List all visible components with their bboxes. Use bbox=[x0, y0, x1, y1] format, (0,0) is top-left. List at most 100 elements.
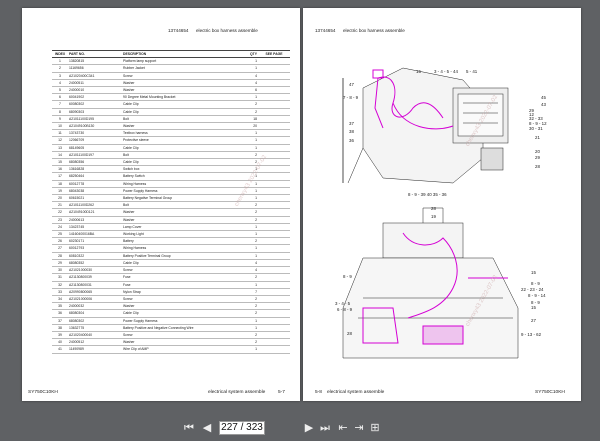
exploded-diagram: 47 7 - 8 - 9 37 38 36 15 3 - 4 - 5 - 44 5 - 41 4… bbox=[335, 67, 547, 359]
table-cell bbox=[258, 345, 290, 354]
table-cell: 1 bbox=[230, 223, 258, 232]
table-cell: Cable Clip bbox=[122, 309, 230, 318]
table-cell: Platform lamp support bbox=[122, 57, 230, 66]
table-row: 1 13820815 Platform lamp support 1 bbox=[52, 57, 290, 66]
callout-label: 15 bbox=[416, 69, 421, 74]
table-cell: 13743730 bbox=[68, 129, 122, 138]
callout-label: 36 bbox=[349, 138, 354, 143]
previous-page-icon[interactable]: ◀ bbox=[200, 421, 214, 435]
table-cell: 29 bbox=[52, 259, 68, 268]
table-cell: Screw bbox=[122, 266, 230, 275]
table-cell: 13423745 bbox=[68, 223, 122, 232]
table-cell bbox=[258, 93, 290, 102]
table-cell: 2 bbox=[52, 64, 68, 73]
table-cell bbox=[258, 302, 290, 311]
table-row: 23 24000613 Washer 2 bbox=[52, 216, 290, 224]
callout-label: 19 bbox=[431, 214, 436, 219]
table-row: 39 A21020400040 Screw 2 bbox=[52, 331, 290, 340]
table-cell: 1 bbox=[230, 136, 258, 145]
table-row: 6 60041902 90 Degree Metal Mounting Bracke… bbox=[52, 93, 290, 102]
table-row: 7 60080302 Cable Clip 2 bbox=[52, 100, 290, 109]
left-footer-section: electrical system assemble bbox=[208, 390, 266, 395]
table-cell: 1 bbox=[230, 281, 258, 289]
table-row: 37 68080302 Power Supply Harness 1 bbox=[52, 317, 290, 325]
table-cell: 60012778 bbox=[68, 180, 122, 188]
table-cell: 60041902 bbox=[68, 93, 122, 102]
table-cell: 1 bbox=[230, 345, 258, 354]
callout-label: 20 bbox=[535, 149, 540, 154]
right-page: 13744654 electric box harness assemble 4… bbox=[303, 8, 581, 401]
table-cell: 1 bbox=[230, 129, 258, 138]
parts-table-body: 1 13820815 Platform lamp support 1 2 11169656… bbox=[52, 57, 290, 354]
table-cell: 20 bbox=[230, 122, 258, 131]
callout-label: 9 - 13 - 62 bbox=[521, 332, 542, 337]
table-cell: Washer bbox=[122, 338, 230, 347]
table-cell: 9 bbox=[52, 115, 68, 124]
table-row: 15 68080356 Cable Clip 2 bbox=[52, 158, 290, 167]
table-row: 4 24000511 Washer 4 bbox=[52, 79, 290, 88]
table-cell bbox=[258, 129, 290, 138]
table-cell: 2 bbox=[230, 158, 258, 167]
table-cell: A21130800039 bbox=[68, 273, 122, 282]
table-cell bbox=[258, 57, 290, 66]
table-cell: A21049100B130 bbox=[68, 122, 122, 131]
callout-label: 43 bbox=[541, 102, 546, 107]
fit-page-icon[interactable]: ⊞ bbox=[368, 421, 382, 435]
table-cell: 3 bbox=[52, 72, 68, 80]
table-cell bbox=[258, 273, 290, 282]
table-cell: 60230171 bbox=[68, 237, 122, 246]
table-row: 40 24000512 Washer 2 bbox=[52, 338, 290, 347]
table-cell bbox=[258, 122, 290, 131]
table-cell: Working Light bbox=[122, 230, 230, 239]
go-forward-icon[interactable]: ⇥ bbox=[352, 421, 366, 435]
table-cell bbox=[258, 108, 290, 116]
table-cell: Battery Positive Terminal Group bbox=[122, 252, 230, 260]
table-cell bbox=[258, 86, 290, 95]
table-cell: 33 bbox=[52, 288, 68, 296]
callout-label: 3 - 4 - 5 - 44 bbox=[434, 69, 458, 74]
table-cell: 2 bbox=[230, 338, 258, 347]
table-cell bbox=[258, 72, 290, 80]
column-header: QTY bbox=[230, 49, 258, 59]
table-cell: 6 bbox=[230, 86, 258, 95]
table-cell: Washer bbox=[122, 86, 230, 95]
table-cell: Screw bbox=[122, 72, 230, 80]
table-cell: 19 bbox=[52, 187, 68, 196]
table-cell: A21011100D262 bbox=[68, 201, 122, 210]
table-cell: Cable Clip bbox=[122, 259, 230, 268]
first-page-icon[interactable]: ⏮ bbox=[182, 421, 196, 435]
table-cell: 10 bbox=[52, 122, 68, 131]
table-cell: 8 bbox=[52, 108, 68, 116]
table-cell: 1 bbox=[52, 57, 68, 66]
left-page: 13744654 electric box harness assemble I… bbox=[22, 8, 300, 401]
table-cell: Wiring Harness bbox=[122, 180, 230, 188]
table-cell: A21020400040 bbox=[68, 331, 122, 340]
callout-label: 45 bbox=[541, 95, 546, 100]
table-cell: 1 bbox=[230, 244, 258, 253]
table-cell: 18 bbox=[230, 115, 258, 124]
table-cell: 68090303 bbox=[68, 108, 122, 116]
table-cell: Battery bbox=[122, 237, 230, 246]
callout-label: 28 bbox=[535, 164, 540, 169]
top-diagram bbox=[342, 67, 509, 184]
table-cell: 11 bbox=[52, 129, 68, 138]
table-cell bbox=[258, 64, 290, 73]
go-back-icon[interactable]: ⇤ bbox=[336, 421, 350, 435]
table-cell: 68080352 bbox=[68, 259, 122, 268]
table-cell: 4 bbox=[230, 259, 258, 268]
column-header: INDEX bbox=[52, 49, 68, 59]
table-cell: A21130800031 bbox=[68, 281, 122, 289]
table-cell bbox=[258, 208, 290, 217]
table-cell: A20990800065 bbox=[68, 288, 122, 296]
page-number-input[interactable]: 227 / 323 bbox=[219, 421, 265, 435]
table-cell: 15 bbox=[52, 158, 68, 167]
table-cell: 12066709 bbox=[68, 136, 122, 145]
table-cell: 31 bbox=[52, 273, 68, 282]
table-cell bbox=[258, 237, 290, 246]
table-cell: 38 bbox=[52, 324, 68, 332]
table-cell: 2 bbox=[230, 237, 258, 246]
table-cell: Protective sleeve bbox=[122, 136, 230, 145]
next-page-icon[interactable]: ▶ bbox=[302, 421, 316, 435]
table-cell: 68080304 bbox=[68, 309, 122, 318]
last-page-icon[interactable]: ⏭ bbox=[318, 421, 332, 435]
